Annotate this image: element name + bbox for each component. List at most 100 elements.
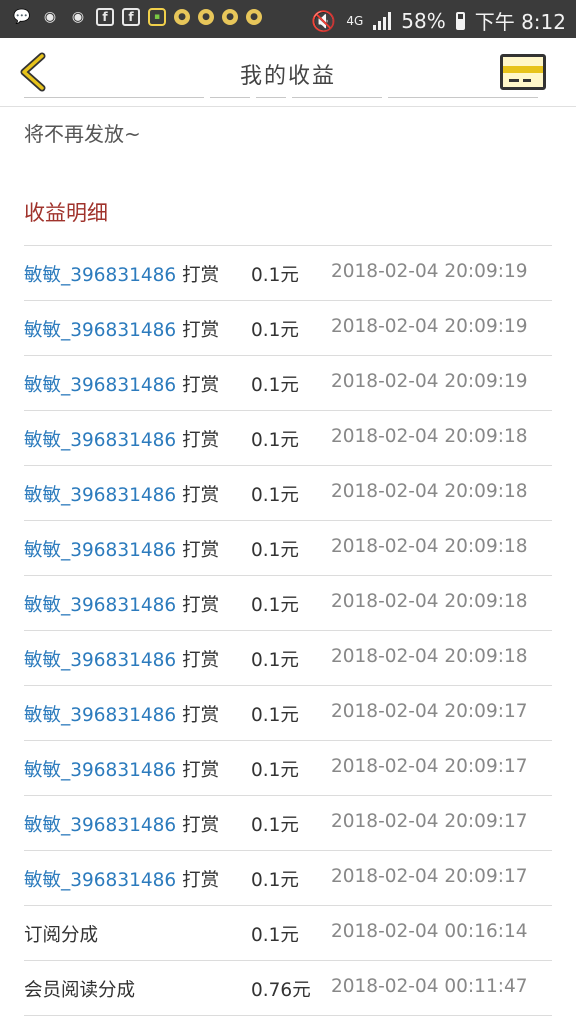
table-row: 敏敏_396831486 打赏 0.1元 2018-02-04 20:09:18 (24, 465, 552, 520)
card-icon (503, 66, 543, 73)
table-row: 敏敏_396831486 打赏 0.1元 2018-02-04 20:09:19 (24, 245, 552, 300)
earning-type: 打赏 (182, 760, 220, 781)
earning-amount: 0.1元 (251, 375, 299, 396)
earning-source: 敏敏_396831486 打赏 (24, 756, 219, 782)
earning-time: 2018-02-04 00:16:14 (331, 921, 528, 942)
earning-amount: 0.1元 (251, 815, 299, 836)
earning-time: 2018-02-04 00:11:47 (331, 976, 528, 997)
notice-text: 将不再发放~ (24, 122, 141, 146)
earning-source: 会员阅读分成 (24, 976, 135, 1002)
earning-amount: 0.1元 (251, 265, 299, 286)
earning-type: 打赏 (182, 870, 220, 891)
earning-type: 打赏 (182, 595, 220, 616)
earning-source: 敏敏_396831486 打赏 (24, 316, 219, 342)
table-row: 敏敏_396831486 打赏 0.1元 2018-02-04 20:09:19 (24, 355, 552, 410)
app-icon: ▪ (148, 8, 166, 26)
signal-icon (373, 11, 392, 30)
earnings-list: 敏敏_396831486 打赏 0.1元 2018-02-04 20:09:19 敏敏… (24, 245, 552, 1016)
earning-type: 打赏 (182, 320, 220, 341)
earning-source: 敏敏_396831486 打赏 (24, 371, 219, 397)
earning-type: 打赏 (182, 485, 220, 506)
table-row: 敏敏_396831486 打赏 0.1元 2018-02-04 20:09:17 (24, 850, 552, 905)
earning-amount: 0.1元 (251, 650, 299, 671)
earning-time: 2018-02-04 20:09:17 (331, 811, 528, 832)
table-row: 会员阅读分成 0.76元 2018-02-04 00:11:47 (24, 960, 552, 1016)
earning-type: 打赏 (182, 540, 220, 561)
weibo-icon: ◉ (71, 9, 85, 25)
section-title: 收益明细 (24, 201, 108, 225)
notification-icon: ● (222, 9, 238, 25)
earning-amount: 0.1元 (251, 430, 299, 451)
earning-time: 2018-02-04 20:09:17 (331, 701, 528, 722)
earning-time: 2018-02-04 20:09:19 (331, 261, 528, 282)
user-link[interactable]: 敏敏_396831486 (24, 705, 176, 726)
earning-time: 2018-02-04 20:09:19 (331, 371, 528, 392)
user-link[interactable]: 敏敏_396831486 (24, 485, 176, 506)
table-row: 敏敏_396831486 打赏 0.1元 2018-02-04 20:09:17 (24, 685, 552, 740)
clipped-text-line (24, 88, 544, 98)
earning-amount: 0.1元 (251, 925, 299, 946)
table-row: 敏敏_396831486 打赏 0.1元 2018-02-04 20:09:18 (24, 630, 552, 685)
card-icon-line (509, 79, 519, 82)
table-row: 敏敏_396831486 打赏 0.1元 2018-02-04 20:09:18 (24, 575, 552, 630)
earning-source: 敏敏_396831486 打赏 (24, 811, 219, 837)
notification-icons: 💬 ◉ ◉ f f ▪ ● ● ● ● (12, 7, 262, 27)
facebook-icon: f (122, 8, 140, 26)
earning-time: 2018-02-04 20:09:18 (331, 591, 528, 612)
earning-type: 会员阅读分成 (24, 980, 136, 1001)
table-row: 敏敏_396831486 打赏 0.1元 2018-02-04 20:09:18 (24, 520, 552, 575)
earning-source: 敏敏_396831486 打赏 (24, 481, 219, 507)
message-icon: 💬 (13, 9, 31, 25)
table-row: 敏敏_396831486 打赏 0.1元 2018-02-04 20:09:19 (24, 300, 552, 355)
user-link[interactable]: 敏敏_396831486 (24, 870, 176, 891)
earning-amount: 0.1元 (251, 760, 299, 781)
earning-source: 敏敏_396831486 打赏 (24, 866, 219, 892)
earning-source: 敏敏_396831486 打赏 (24, 536, 219, 562)
table-row: 敏敏_396831486 打赏 0.1元 2018-02-04 20:09:17 (24, 740, 552, 795)
user-link[interactable]: 敏敏_396831486 (24, 650, 176, 671)
card-icon-line (523, 79, 531, 82)
status-bar: 💬 ◉ ◉ f f ▪ ● ● ● ● 🔇 4G 58% 下午 8:12 (0, 0, 576, 38)
notification-icon: ● (246, 9, 262, 25)
user-link[interactable]: 敏敏_396831486 (24, 595, 176, 616)
earning-time: 2018-02-04 20:09:19 (331, 316, 528, 337)
earning-time: 2018-02-04 20:09:18 (331, 426, 528, 447)
earning-type: 打赏 (182, 815, 220, 836)
network-type: 4G (346, 13, 364, 28)
earning-source: 订阅分成 (24, 921, 98, 947)
user-link[interactable]: 敏敏_396831486 (24, 760, 176, 781)
earning-type: 打赏 (182, 375, 220, 396)
user-link[interactable]: 敏敏_396831486 (24, 815, 176, 836)
user-link[interactable]: 敏敏_396831486 (24, 540, 176, 561)
user-link[interactable]: 敏敏_396831486 (24, 320, 176, 341)
earning-time: 2018-02-04 20:09:18 (331, 646, 528, 667)
earning-type: 订阅分成 (24, 925, 99, 946)
user-link[interactable]: 敏敏_396831486 (24, 265, 176, 286)
earning-type: 打赏 (182, 430, 220, 451)
earning-time: 2018-02-04 20:09:18 (331, 481, 528, 502)
user-link[interactable]: 敏敏_396831486 (24, 430, 176, 451)
earning-amount: 0.1元 (251, 540, 299, 561)
earning-amount: 0.1元 (251, 485, 299, 506)
notification-icon: ● (198, 9, 214, 25)
earning-amount: 0.1元 (251, 595, 299, 616)
card-button[interactable] (500, 54, 546, 90)
earning-source: 敏敏_396831486 打赏 (24, 261, 219, 287)
battery-percent: 58% (401, 8, 446, 33)
earning-time: 2018-02-04 20:09:17 (331, 866, 528, 887)
clock: 下午 8:12 (474, 10, 566, 34)
earning-type: 打赏 (182, 265, 220, 286)
table-row: 敏敏_396831486 打赏 0.1元 2018-02-04 20:09:18 (24, 410, 552, 465)
earning-type: 打赏 (182, 705, 220, 726)
user-link[interactable]: 敏敏_396831486 (24, 375, 176, 396)
facebook-icon: f (96, 8, 114, 26)
mute-icon: 🔇 (311, 8, 337, 33)
notification-icon: ● (174, 9, 190, 25)
earning-source: 敏敏_396831486 打赏 (24, 591, 219, 617)
earning-amount: 0.1元 (251, 320, 299, 341)
earning-amount: 0.1元 (251, 870, 299, 891)
table-row: 订阅分成 0.1元 2018-02-04 00:16:14 (24, 905, 552, 960)
earning-time: 2018-02-04 20:09:17 (331, 756, 528, 777)
weibo-icon: ◉ (43, 9, 57, 25)
earning-source: 敏敏_396831486 打赏 (24, 426, 219, 452)
